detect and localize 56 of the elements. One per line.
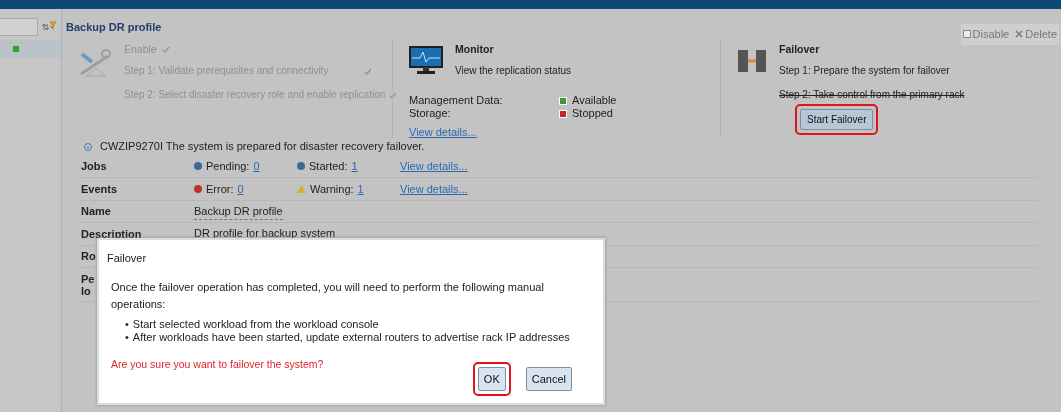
panel-title: Failover — [779, 42, 820, 55]
bullet-marker: • — [125, 331, 129, 345]
search-field[interactable] — [0, 18, 38, 36]
view-details-link[interactable]: View details... — [409, 126, 477, 139]
status-label: Storage: — [409, 107, 452, 121]
error-icon — [194, 184, 202, 193]
warning-text: Are you sure you want to failover the system? — [111, 357, 324, 373]
delete-link[interactable]: Delete — [1015, 26, 1057, 43]
disable-link[interactable]: Disable — [962, 26, 1010, 43]
view-details-link[interactable]: View details... — [400, 180, 468, 197]
job-icon — [194, 162, 202, 171]
sort-icon[interactable] — [42, 23, 54, 31]
bullet-item: Start selected workload from the workload console — [132, 318, 379, 332]
count-label: Pending: — [206, 159, 250, 174]
server-icon — [737, 47, 767, 74]
property-value: Backup DR profile — [194, 202, 283, 220]
property-label: Ro — [81, 250, 96, 263]
property-label: Events — [81, 182, 118, 195]
start-failover-button[interactable]: Start Failover — [800, 109, 874, 131]
bullet-marker: • — [125, 318, 129, 332]
count-label: Warning: — [310, 181, 354, 197]
view-details-link[interactable]: View details... — [400, 158, 468, 175]
pin-icon[interactable] — [48, 20, 58, 30]
page-title: Backup DR profile — [65, 20, 162, 35]
count-link[interactable]: 0 — [237, 180, 244, 197]
status-text: Available — [572, 94, 617, 108]
property-label: Description — [81, 227, 142, 240]
count-link[interactable]: 0 — [253, 158, 260, 175]
warning-icon — [297, 184, 306, 193]
status-message: CWZIP9270I The system is prepared for disaster recovery failover. — [100, 139, 425, 155]
step-text: Step 2: Take control from the primary rack — [779, 88, 965, 103]
sidebar-item[interactable] — [0, 40, 61, 58]
count-link[interactable]: 1 — [357, 180, 364, 197]
info-icon — [84, 142, 92, 151]
panel-title: Monitor — [455, 42, 494, 55]
monitor-icon — [409, 45, 443, 76]
count-label: Error: — [206, 181, 234, 197]
property-label: Name — [81, 205, 111, 218]
job-icon — [297, 162, 305, 171]
property-label: Pe lo — [81, 272, 95, 297]
cancel-button[interactable]: Cancel — [525, 366, 572, 391]
property-label: Jobs — [81, 160, 107, 173]
status-icon — [12, 45, 20, 53]
square-icon — [962, 30, 971, 39]
count-label: Started: — [309, 159, 348, 174]
panel-description: View the replication status — [455, 64, 572, 79]
step-text: Step 1: Prepare the system for failover — [779, 64, 950, 79]
status-label: Management Data: — [409, 94, 504, 108]
tools-icon — [78, 47, 112, 78]
status-text: Stopped — [572, 107, 613, 121]
count-link[interactable]: 1 — [351, 158, 358, 175]
bullet-item: After workloads have been started, update external routers to advertise rack IP addresses — [132, 331, 570, 345]
ok-button[interactable]: OK — [477, 366, 506, 391]
close-icon — [1015, 30, 1024, 39]
dialog-text: Once the failover operation has completed, you will need to perform the following manual operations: — [111, 280, 545, 312]
dialog-title: Failover — [106, 251, 148, 266]
